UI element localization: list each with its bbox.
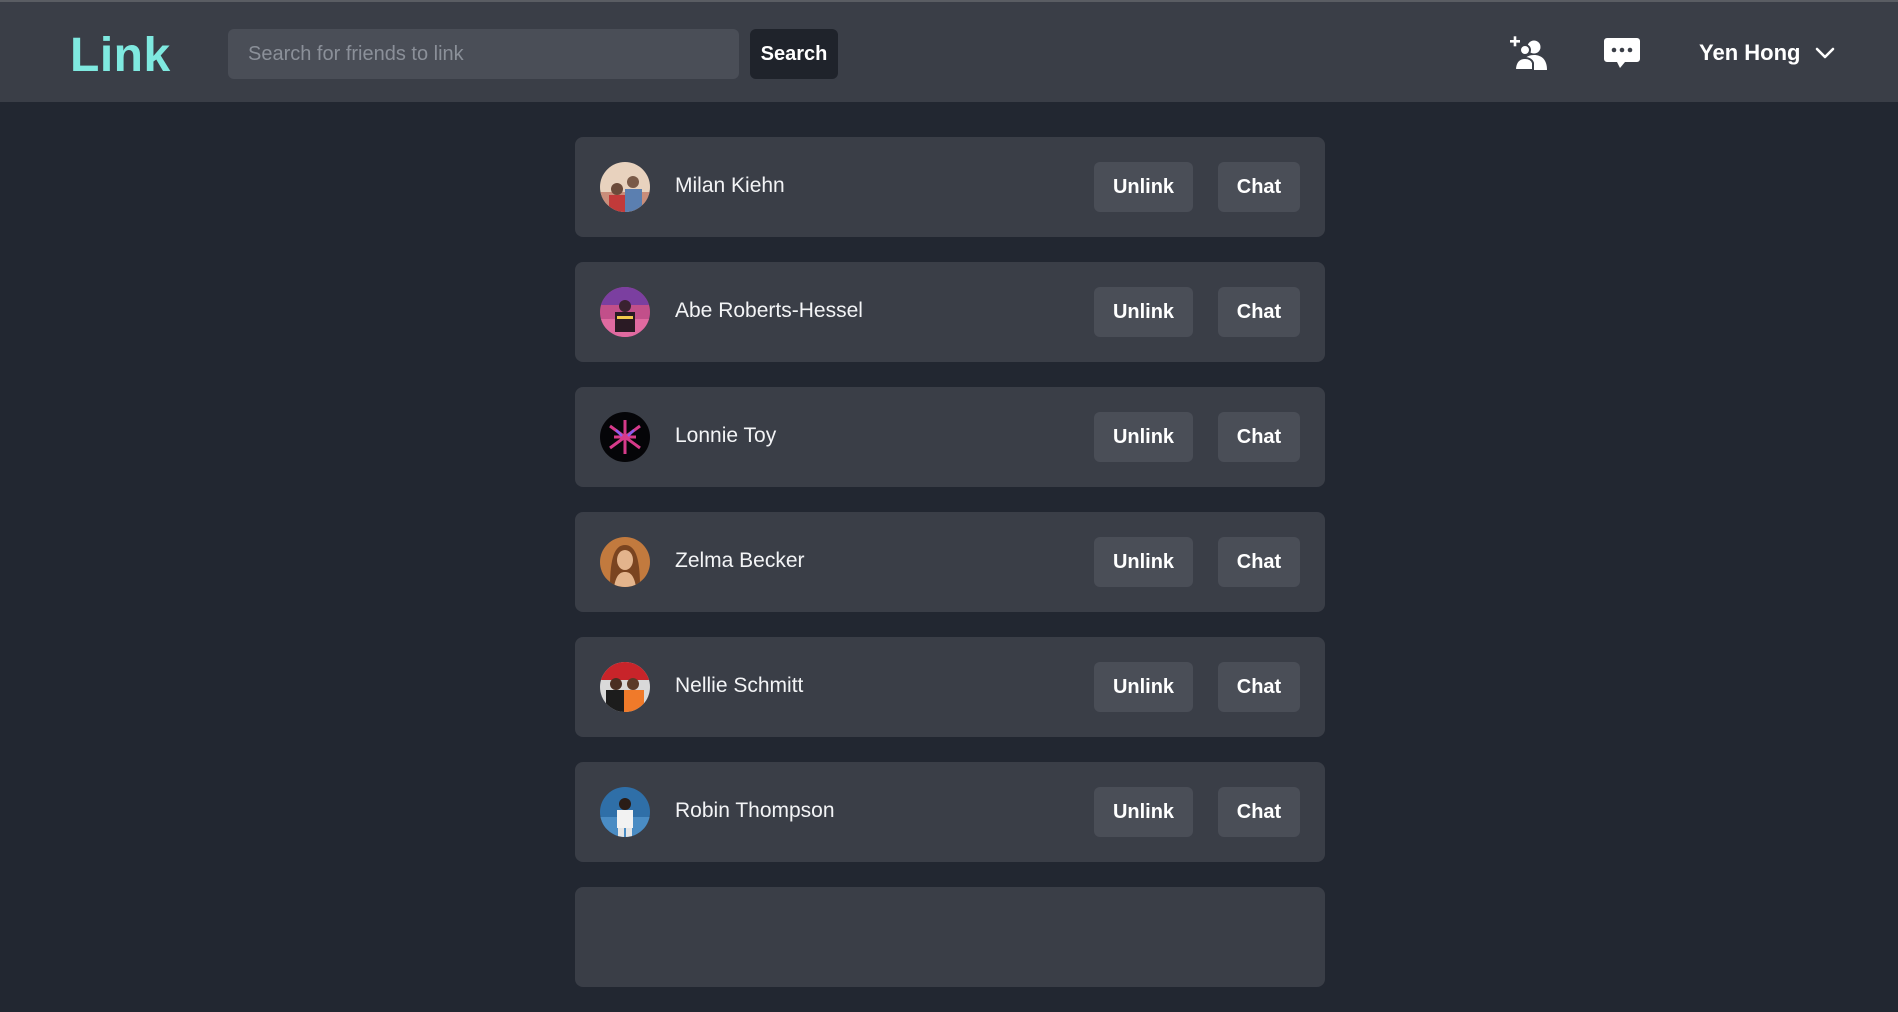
avatar xyxy=(600,662,650,712)
friend-card: Nellie Schmitt Unlink Chat xyxy=(575,637,1325,737)
top-navigation-bar: Link Search Yen Hong xyxy=(0,0,1898,102)
avatar xyxy=(600,412,650,462)
unlink-button[interactable]: Unlink xyxy=(1094,537,1193,587)
friend-card: Lonnie Toy Unlink Chat xyxy=(575,387,1325,487)
friend-card: Robin Thompson Unlink Chat xyxy=(575,762,1325,862)
friend-name: Lonnie Toy xyxy=(675,424,777,447)
avatar xyxy=(600,162,650,212)
chat-button[interactable]: Chat xyxy=(1218,162,1300,212)
chat-bubble-icon[interactable] xyxy=(1601,32,1643,74)
chat-button[interactable]: Chat xyxy=(1218,787,1300,837)
friend-name: Robin Thompson xyxy=(675,799,835,822)
friend-list: Milan Kiehn Unlink Chat Abe Roberts-Hess… xyxy=(575,137,1325,1012)
user-name: Yen Hong xyxy=(1699,40,1801,65)
avatar xyxy=(600,537,650,587)
chat-button[interactable]: Chat xyxy=(1218,662,1300,712)
search-input[interactable] xyxy=(228,29,739,79)
chat-button[interactable]: Chat xyxy=(1218,537,1300,587)
chat-button[interactable]: Chat xyxy=(1218,412,1300,462)
search-button[interactable]: Search xyxy=(750,29,838,79)
friend-card: Zelma Becker Unlink Chat xyxy=(575,512,1325,612)
app-logo[interactable]: Link xyxy=(70,28,171,83)
chat-button[interactable]: Chat xyxy=(1218,287,1300,337)
friend-card: Abe Roberts-Hessel Unlink Chat xyxy=(575,262,1325,362)
friend-name: Milan Kiehn xyxy=(675,174,785,197)
friend-name: Abe Roberts-Hessel xyxy=(675,299,863,322)
user-menu[interactable]: Yen Hong xyxy=(1699,40,1836,66)
friend-name: Zelma Becker xyxy=(675,549,805,572)
friend-name: Nellie Schmitt xyxy=(675,674,804,697)
avatar xyxy=(600,787,650,837)
unlink-button[interactable]: Unlink xyxy=(1094,162,1193,212)
unlink-button[interactable]: Unlink xyxy=(1094,662,1193,712)
avatar xyxy=(600,287,650,337)
chevron-down-icon xyxy=(1816,47,1835,59)
friend-card: Milan Kiehn Unlink Chat xyxy=(575,137,1325,237)
unlink-button[interactable]: Unlink xyxy=(1094,287,1193,337)
unlink-button[interactable]: Unlink xyxy=(1094,787,1193,837)
unlink-button[interactable]: Unlink xyxy=(1094,412,1193,462)
friend-card-partial xyxy=(575,887,1325,987)
add-friend-icon[interactable] xyxy=(1508,32,1550,74)
